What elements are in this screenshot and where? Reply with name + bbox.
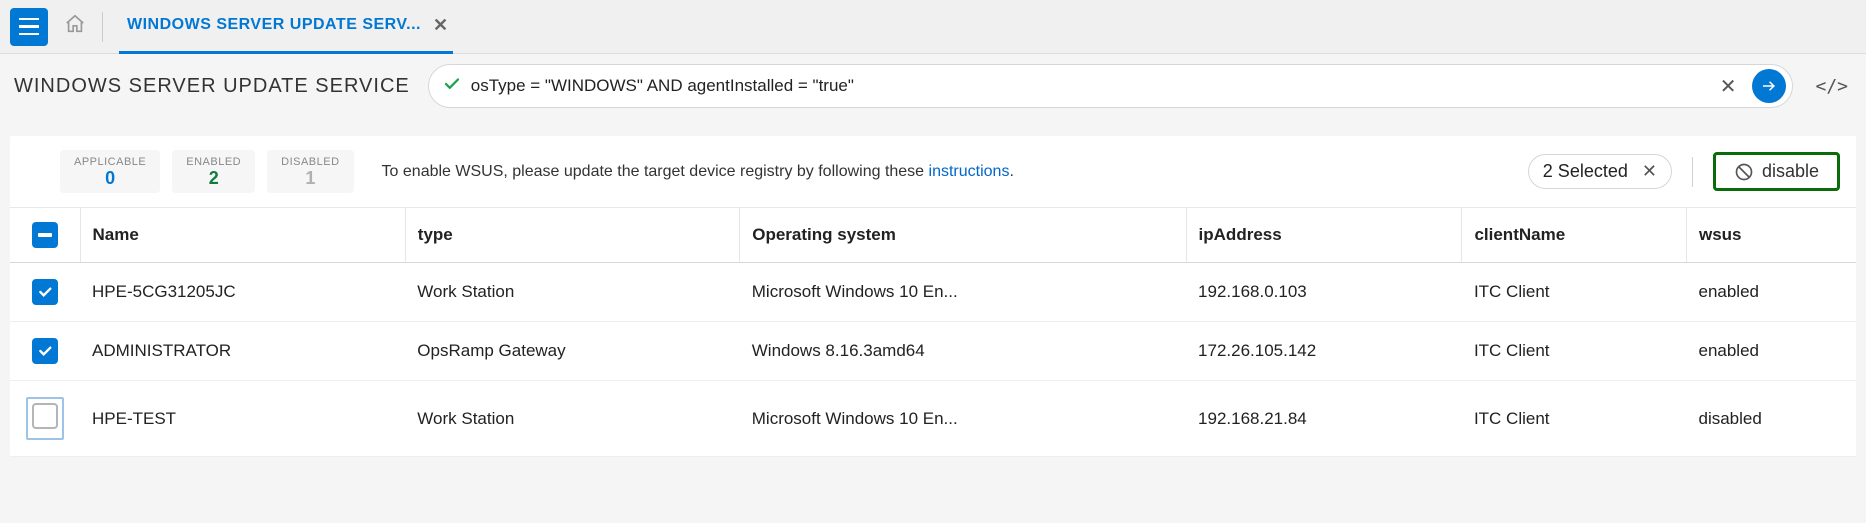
col-os[interactable]: Operating system <box>740 208 1186 263</box>
checkbox-unchecked-icon[interactable] <box>32 403 58 429</box>
row-checkbox-cell[interactable] <box>10 322 80 381</box>
tab-title: WINDOWS SERVER UPDATE SERV... <box>127 16 421 34</box>
tab-wsus[interactable]: WINDOWS SERVER UPDATE SERV... ✕ <box>119 0 453 54</box>
filter-row: APPLICABLE 0 ENABLED 2 DISABLED 1 To ena… <box>10 146 1856 207</box>
filter-applicable[interactable]: APPLICABLE 0 <box>60 150 160 193</box>
cell-name: HPE-TEST <box>80 381 405 457</box>
notice-prefix: To enable WSUS, please update the target… <box>382 163 929 180</box>
filter-count: 2 <box>186 168 241 189</box>
filter-count: 0 <box>74 168 146 189</box>
cell-os: Microsoft Windows 10 En... <box>740 381 1186 457</box>
cell-type: OpsRamp Gateway <box>405 322 739 381</box>
top-bar: WINDOWS SERVER UPDATE SERV... ✕ <box>0 0 1866 54</box>
col-client[interactable]: clientName <box>1462 208 1687 263</box>
home-icon[interactable] <box>64 13 86 40</box>
indeterminate-checkbox-icon[interactable] <box>32 222 58 248</box>
instructions-link[interactable]: instructions <box>929 163 1010 180</box>
code-toggle-icon[interactable]: </> <box>1811 76 1852 97</box>
cell-wsus: enabled <box>1686 263 1856 322</box>
notice-text: To enable WSUS, please update the target… <box>366 163 1516 181</box>
cell-name: HPE-5CG31205JC <box>80 263 405 322</box>
filter-label: DISABLED <box>281 156 339 168</box>
table-row[interactable]: ADMINISTRATOROpsRamp GatewayWindows 8.16… <box>10 322 1856 381</box>
row-checkbox-cell[interactable] <box>10 381 80 457</box>
cell-os: Windows 8.16.3amd64 <box>740 322 1186 381</box>
check-icon <box>443 75 461 98</box>
filter-label: APPLICABLE <box>74 156 146 168</box>
submit-button[interactable] <box>1752 69 1786 103</box>
disable-button[interactable]: disable <box>1713 152 1840 191</box>
filter-count: 1 <box>281 168 339 189</box>
cell-name: ADMINISTRATOR <box>80 322 405 381</box>
cell-type: Work Station <box>405 263 739 322</box>
selection-indicator: 2 Selected ✕ <box>1528 154 1672 189</box>
cell-client: ITC Client <box>1462 263 1687 322</box>
cell-type: Work Station <box>405 381 739 457</box>
row-checkbox-cell[interactable] <box>10 263 80 322</box>
close-icon[interactable]: ✕ <box>433 15 449 36</box>
cell-ip: 172.26.105.142 <box>1186 322 1462 381</box>
cell-wsus: disabled <box>1686 381 1856 457</box>
table-row[interactable]: HPE-TESTWork StationMicrosoft Windows 10… <box>10 381 1856 457</box>
cell-ip: 192.168.21.84 <box>1186 381 1462 457</box>
content-card: APPLICABLE 0 ENABLED 2 DISABLED 1 To ena… <box>10 136 1856 457</box>
devices-table: Name type Operating system ipAddress cli… <box>10 207 1856 457</box>
table-row[interactable]: HPE-5CG31205JCWork StationMicrosoft Wind… <box>10 263 1856 322</box>
col-wsus[interactable]: wsus <box>1686 208 1856 263</box>
notice-suffix: . <box>1009 163 1013 180</box>
selection-text: 2 Selected <box>1543 161 1628 182</box>
page-title: WINDOWS SERVER UPDATE SERVICE <box>14 75 410 98</box>
filter-disabled[interactable]: DISABLED 1 <box>267 150 353 193</box>
select-all-header[interactable] <box>10 208 80 263</box>
cell-client: ITC Client <box>1462 381 1687 457</box>
query-input[interactable] <box>471 76 1704 96</box>
checkbox-focus-ring <box>26 397 64 440</box>
divider <box>1692 157 1693 187</box>
clear-selection-icon[interactable]: ✕ <box>1642 161 1657 182</box>
filter-label: ENABLED <box>186 156 241 168</box>
menu-button[interactable] <box>10 8 48 46</box>
col-type[interactable]: type <box>405 208 739 263</box>
cell-os: Microsoft Windows 10 En... <box>740 263 1186 322</box>
subheader: WINDOWS SERVER UPDATE SERVICE ✕ </> <box>0 54 1866 118</box>
checkbox-checked-icon[interactable] <box>32 279 58 305</box>
cell-client: ITC Client <box>1462 322 1687 381</box>
col-name[interactable]: Name <box>80 208 405 263</box>
clear-icon[interactable]: ✕ <box>1714 74 1743 99</box>
query-box: ✕ <box>428 64 1794 108</box>
filter-enabled[interactable]: ENABLED 2 <box>172 150 255 193</box>
divider <box>102 12 103 42</box>
col-ip[interactable]: ipAddress <box>1186 208 1462 263</box>
checkbox-checked-icon[interactable] <box>32 338 58 364</box>
disable-label: disable <box>1762 161 1819 182</box>
cell-wsus: enabled <box>1686 322 1856 381</box>
cell-ip: 192.168.0.103 <box>1186 263 1462 322</box>
